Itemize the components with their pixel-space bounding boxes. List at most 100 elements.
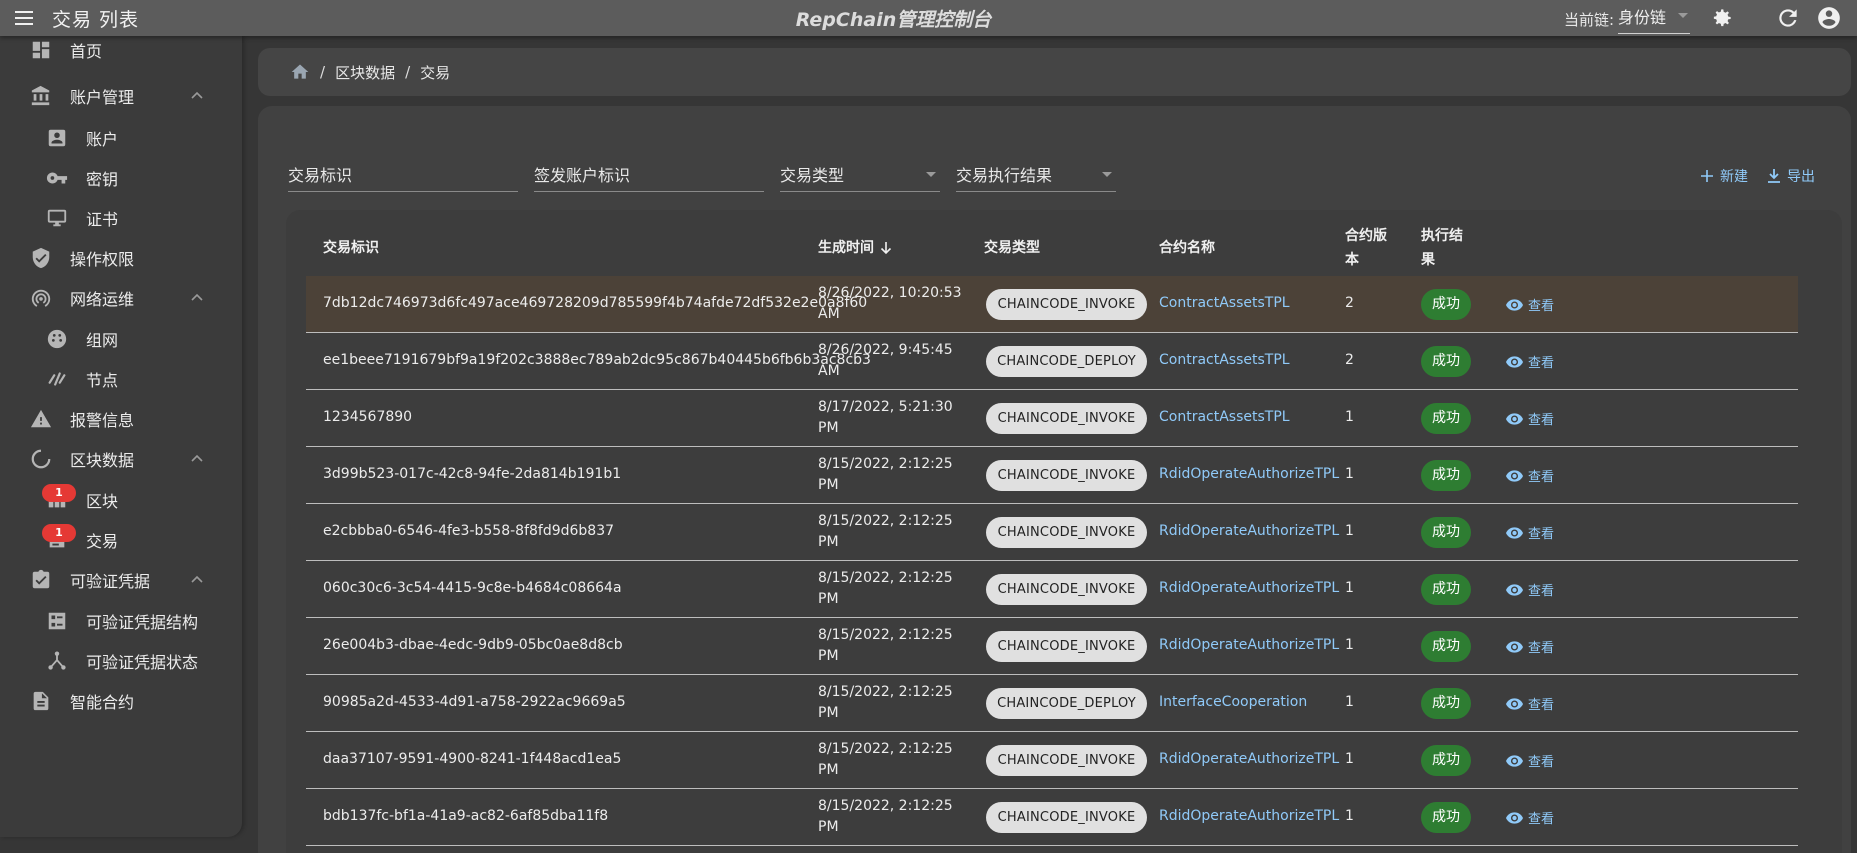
chain-label: 当前链: [1563, 11, 1614, 29]
status-badge: 成功 [1421, 460, 1471, 491]
table-row[interactable]: 3d99b523-017c-42c8-94fe-2da814b191b1 8/15… [306, 447, 1798, 504]
table-row[interactable]: 1234567890 8/17/2022, 5:21:30 PM CHAINCODE_… [306, 390, 1798, 447]
sidebar-item-label: 可验证凭据结构 [86, 613, 199, 632]
sidebar-item-certificates[interactable]: 证书 [0, 196, 242, 240]
time-cell-line1: 8/15/2022, 2:12:25 [818, 570, 953, 586]
view-button-label: 查看 [1528, 470, 1555, 485]
time-cell: 8/15/2022, 2:12:25 PM [818, 568, 953, 610]
column-header-version[interactable]: 合约版 本 [1345, 224, 1387, 272]
view-button[interactable]: 查看 [1506, 694, 1554, 713]
view-button[interactable]: 查看 [1506, 409, 1554, 428]
tx-id-cell: 060c30c6-3c54-4415-9c8e-b4684c08664a [323, 580, 622, 596]
table-row[interactable]: 90985a2d-4533-4d91-a758-2922ac9669a5 8/15… [306, 675, 1798, 732]
table-row[interactable]: e2cbbba0-6546-4fe3-b558-8f8fd9d6b837 8/15… [306, 504, 1798, 561]
view-button-label: 查看 [1528, 299, 1555, 314]
contract-link[interactable]: ContractAssetsTPL [1159, 352, 1290, 368]
certificate-icon [47, 209, 67, 227]
time-cell-line1: 8/15/2022, 2:12:25 [818, 741, 953, 757]
column-header-tx-id[interactable]: 交易标识 [323, 236, 379, 260]
sidebar-item-credential-status[interactable]: 可验证凭据状态 [0, 639, 242, 683]
network-icon [47, 329, 67, 349]
version-cell: 1 [1345, 808, 1354, 824]
table-row[interactable]: daa37107-9591-4900-8241-1f448acd1ea5 8/15… [306, 732, 1798, 789]
sidebar-item-label: 首页 [70, 42, 103, 61]
sidebar-item-label: 可验证凭据 [70, 572, 151, 591]
tx-type-chip: CHAINCODE_INVOKE [986, 403, 1147, 434]
view-button[interactable]: 查看 [1506, 352, 1554, 371]
contract-link[interactable]: ContractAssetsTPL [1159, 295, 1290, 311]
signer-id-filter-input[interactable]: 签发账户标识 [534, 162, 764, 192]
sidebar-item-blocks[interactable]: 1 区块 [0, 478, 242, 522]
table-row[interactable]: ee1beee7191679bf9a19f202c3888ec789ab2dc9… [306, 333, 1798, 390]
sidebar-item-transactions[interactable]: 1 交易 [0, 518, 242, 562]
chain-select[interactable]: 身份链 [1618, 4, 1690, 34]
time-cell-line1: 8/26/2022, 10:20:53 [818, 285, 962, 301]
view-button[interactable]: 查看 [1506, 808, 1554, 827]
sidebar-item-nodes[interactable]: 节点 [0, 357, 242, 401]
contract-link[interactable]: RdidOperateAuthorizeTPL [1159, 580, 1339, 596]
column-header-result-line1: 执行结 [1421, 228, 1463, 244]
sidebar-item-account-management[interactable]: 账户管理 [0, 74, 242, 118]
sidebar-item-networking[interactable]: 组网 [0, 317, 242, 361]
sidebar-item-credential-schema[interactable]: 可验证凭据结构 [0, 599, 242, 643]
sidebar-item-label: 节点 [86, 371, 119, 390]
column-header-type[interactable]: 交易类型 [984, 236, 1040, 260]
sidebar-item-keys[interactable]: 密钥 [0, 156, 242, 200]
view-button[interactable]: 查看 [1506, 751, 1554, 770]
download-icon [1768, 169, 1780, 183]
tx-id-cell: bdb137fc-bf1a-41a9-ac82-6af85dba11f8 [323, 808, 609, 824]
view-button[interactable]: 查看 [1506, 637, 1554, 656]
time-cell-line2: PM [818, 534, 839, 550]
table-row[interactable]: 060c30c6-3c54-4415-9c8e-b4684c08664a 8/15… [306, 561, 1798, 618]
column-header-contract[interactable]: 合约名称 [1159, 236, 1215, 260]
home-icon[interactable] [290, 62, 310, 82]
account-circle-icon[interactable] [1816, 5, 1842, 31]
tx-id-filter-input[interactable]: 交易标识 [288, 162, 518, 192]
tx-type-filter-select[interactable]: 交易类型 [780, 162, 940, 192]
clipboard-check-icon [32, 569, 50, 589]
new-button[interactable]: 新建 [1700, 166, 1748, 186]
table-row[interactable]: 7db12dc746973d6fc497ace469728209d785599f… [306, 276, 1798, 333]
sidebar-item-verifiable-credentials[interactable]: 可验证凭据 [0, 558, 242, 602]
table-row[interactable]: 26e004b3-dbae-4edc-9db9-05bc0ae8d8cb 8/15… [306, 618, 1798, 675]
arrow-down-icon [880, 242, 892, 255]
time-cell-line1: 8/15/2022, 2:12:25 [818, 513, 953, 529]
contract-link[interactable]: RdidOperateAuthorizeTPL [1159, 466, 1339, 482]
sidebar-item-accounts[interactable]: 账户 [0, 116, 242, 160]
theme-brightness-icon[interactable] [1709, 5, 1735, 31]
eye-icon [1506, 412, 1523, 425]
menu-icon[interactable] [12, 6, 36, 30]
view-button[interactable]: 查看 [1506, 295, 1554, 314]
contract-link[interactable]: InterfaceCooperation [1159, 694, 1307, 710]
table-row[interactable]: bdb137fc-bf1a-41a9-ac82-6af85dba11f8 8/15… [306, 789, 1798, 846]
export-button[interactable]: 导出 [1767, 166, 1815, 186]
status-badge: 成功 [1421, 802, 1471, 833]
tx-type-chip: CHAINCODE_INVOKE [986, 517, 1147, 548]
sidebar-item-smart-contracts[interactable]: 智能合约 [0, 679, 242, 723]
tx-type-chip: CHAINCODE_INVOKE [986, 631, 1147, 662]
contract-link[interactable]: RdidOperateAuthorizeTPL [1159, 637, 1339, 653]
tx-result-filter-select[interactable]: 交易执行结果 [956, 162, 1116, 192]
time-cell-line2: PM [818, 819, 839, 835]
sidebar-item-block-data[interactable]: 区块数据 [0, 437, 242, 481]
breadcrumb-separator: / [320, 63, 326, 81]
contract-link[interactable]: RdidOperateAuthorizeTPL [1159, 808, 1339, 824]
column-header-time[interactable]: 生成时间 [818, 236, 892, 260]
view-button[interactable]: 查看 [1506, 580, 1554, 599]
chain-selector-area: 当前链: 身份链 [1564, 4, 1690, 34]
contract-link[interactable]: RdidOperateAuthorizeTPL [1159, 523, 1339, 539]
view-button[interactable]: 查看 [1506, 523, 1554, 542]
view-button-label: 查看 [1528, 413, 1555, 428]
sidebar-item-home[interactable]: 首页 [0, 36, 242, 72]
contract-link[interactable]: ContractAssetsTPL [1159, 409, 1290, 425]
sidebar-item-permissions[interactable]: 操作权限 [0, 236, 242, 280]
time-cell-line1: 8/15/2022, 2:12:25 [818, 456, 953, 472]
view-button[interactable]: 查看 [1506, 466, 1554, 485]
time-cell-line1: 8/17/2022, 5:21:30 [818, 399, 953, 415]
column-header-result[interactable]: 执行结 果 [1421, 224, 1463, 272]
contract-link[interactable]: RdidOperateAuthorizeTPL [1159, 751, 1339, 767]
breadcrumb-item-block-data[interactable]: 区块数据 [335, 62, 395, 83]
refresh-icon[interactable] [1775, 5, 1801, 31]
sidebar-item-alerts[interactable]: 报警信息 [0, 397, 242, 441]
sidebar-item-network-ops[interactable]: 网络运维 [0, 276, 242, 320]
